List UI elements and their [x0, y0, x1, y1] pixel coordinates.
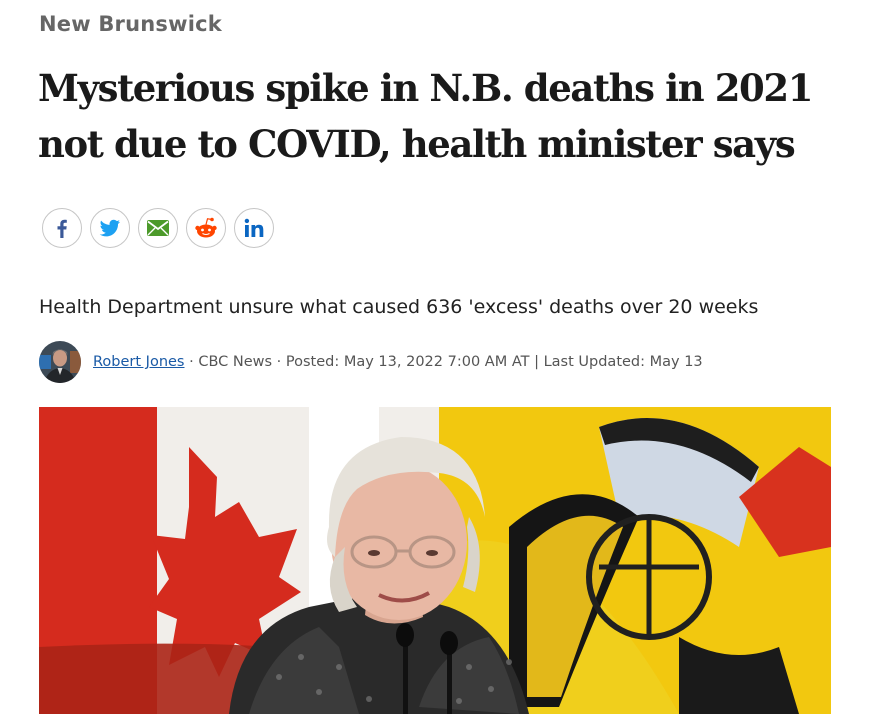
twitter-icon	[99, 219, 120, 237]
share-bar	[42, 208, 274, 248]
facebook-icon	[57, 219, 67, 238]
article-headline: Mysterious spike in N.B. deaths in 2021 …	[38, 60, 838, 172]
byline-separator: ·	[272, 354, 286, 370]
byline-separator: |	[529, 354, 544, 370]
byline-outlet: CBC News	[198, 354, 273, 370]
author-link[interactable]: Robert Jones	[93, 354, 185, 370]
byline-separator: ·	[184, 354, 199, 370]
reddit-icon	[195, 217, 217, 238]
share-facebook-button[interactable]	[42, 208, 82, 248]
lead-photo[interactable]	[39, 407, 831, 714]
byline: Robert Jones · CBC News · Posted: May 13…	[39, 340, 703, 384]
headline-line-2: not due to COVID, health minister says	[38, 122, 796, 166]
share-twitter-button[interactable]	[90, 208, 130, 248]
byline-posted-date: Posted: May 13, 2022 7:00 AM AT	[285, 354, 530, 370]
author-avatar[interactable]	[39, 341, 81, 383]
share-linkedin-button[interactable]	[234, 208, 274, 248]
article-deck: Health Department unsure what caused 636…	[39, 296, 759, 318]
byline-updated-date: Last Updated: May 13	[543, 354, 703, 370]
section-label[interactable]: New Brunswick	[39, 12, 222, 36]
share-reddit-button[interactable]	[186, 208, 226, 248]
linkedin-icon	[244, 218, 264, 237]
share-email-button[interactable]	[138, 208, 178, 248]
headline-line-1: Mysterious spike in N.B. deaths in 2021	[38, 66, 813, 110]
lead-photo-illustration	[39, 407, 831, 714]
email-icon	[147, 220, 169, 236]
